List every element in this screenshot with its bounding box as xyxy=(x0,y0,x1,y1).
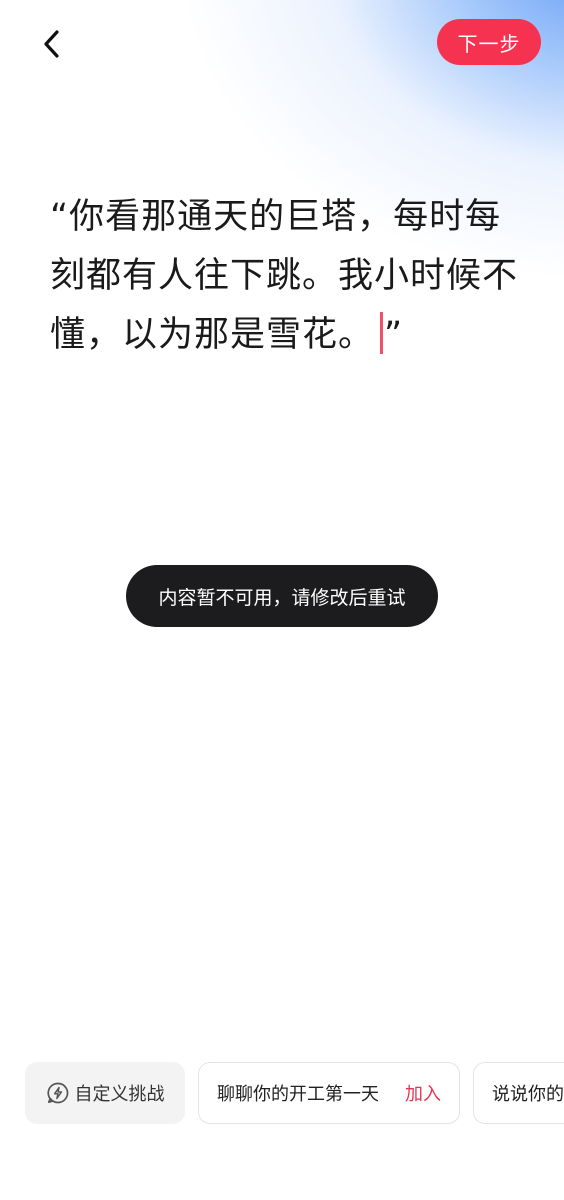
custom-challenge-chip[interactable]: 自定义挑战 xyxy=(25,1062,185,1124)
join-button[interactable]: 加入 xyxy=(405,1080,441,1106)
closing-quote: ” xyxy=(384,315,404,355)
chevron-left-icon xyxy=(44,30,59,58)
custom-challenge-label: 自定义挑战 xyxy=(74,1084,165,1105)
quote-text: “你看那通天的巨塔，每时每刻都有人往下跳。我小时候不懂，以为那是雪花。 xyxy=(50,197,519,355)
error-toast: 内容暂不可用，请修改后重试 xyxy=(126,565,438,627)
back-button[interactable] xyxy=(30,22,74,66)
next-step-button[interactable]: 下一步 xyxy=(437,19,541,65)
quote-text-editor[interactable]: “你看那通天的巨塔，每时每刻都有人往下跳。我小时候不懂，以为那是雪花。” xyxy=(50,188,520,365)
toast-message: 内容暂不可用，请修改后重试 xyxy=(158,586,406,609)
topic-label: 说说你的 xyxy=(492,1084,564,1105)
topic-chip-row[interactable]: 自定义挑战 聊聊你的开工第一天 加入 说说你的 xyxy=(0,1062,564,1126)
topic-chip[interactable]: 说说你的 xyxy=(473,1062,564,1124)
screen: 下一步 “你看那通天的巨塔，每时每刻都有人往下跳。我小时候不懂，以为那是雪花。”… xyxy=(0,0,564,1200)
text-cursor xyxy=(380,312,384,354)
topic-chip[interactable]: 聊聊你的开工第一天 加入 xyxy=(198,1062,460,1124)
topic-label: 聊聊你的开工第一天 xyxy=(217,1084,379,1105)
lightning-chat-icon xyxy=(46,1081,70,1105)
